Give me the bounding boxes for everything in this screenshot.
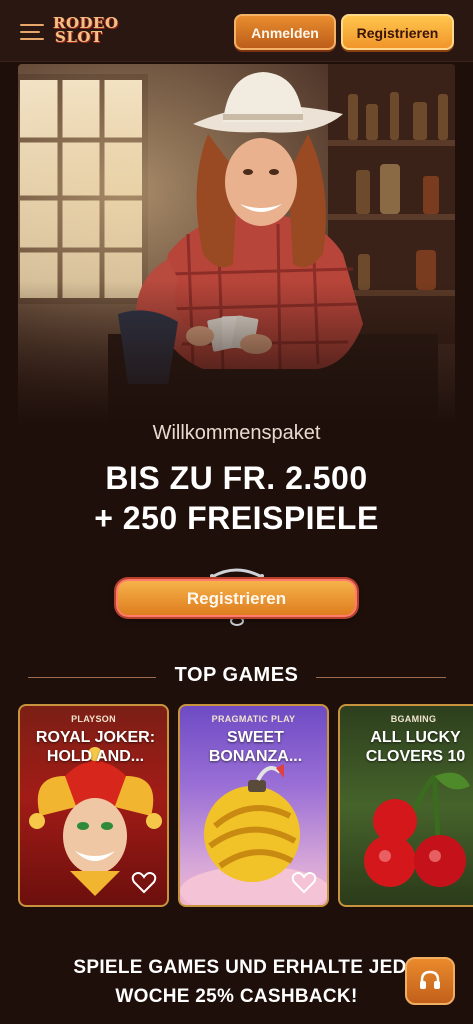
login-button[interactable]: Anmelden (234, 14, 336, 50)
hamburger-menu-icon[interactable] (20, 24, 44, 42)
game-title: ROYAL JOKER: HOLD AND... (35, 729, 156, 765)
favorite-heart-icon[interactable] (131, 871, 157, 895)
bonus-amount-headline: BIS ZU FR. 2.500 (105, 460, 368, 496)
game-card-all-lucky-clovers[interactable]: BGAMING ALL LUCKY CLOVERS 10 (338, 704, 473, 907)
support-chat-button[interactable] (405, 957, 455, 1005)
hero-cta-wrapper: Registrieren (116, 565, 357, 627)
cowgirl-illustration (18, 64, 455, 426)
rodeo-slot-logo[interactable]: RODEO SLOT (53, 14, 125, 48)
free-spins-headline: + 250 FREISPIELE (94, 500, 379, 536)
cashback-headline-line1: SPIELE GAMES UND ERHALTE JEDE (73, 957, 420, 978)
game-card-sweet-bonanza[interactable]: PRAGMATIC PLAY SWEET BONANZA... (178, 704, 329, 907)
game-provider: BGAMING (390, 714, 437, 724)
divider-right (316, 677, 446, 678)
top-header: RODEO SLOT Anmelden Registrieren (0, 0, 473, 62)
register-button-header[interactable]: Registrieren (341, 14, 454, 50)
game-provider: PLAYSON (71, 714, 116, 724)
headset-icon (420, 970, 440, 989)
game-title: SWEET BONANZA... (208, 729, 303, 765)
hero-banner-image (18, 64, 455, 426)
game-card-royal-joker[interactable]: PLAYSON ROYAL JOKER: HOLD AND... (18, 704, 169, 907)
register-cta-button[interactable]: Registrieren (116, 579, 357, 617)
cashback-headline-line2: WOCHE 25% CASHBACK! (115, 986, 358, 1007)
top-games-heading: TOP GAMES (174, 664, 299, 686)
game-title: ALL LUCKY CLOVERS 10 (365, 729, 466, 765)
top-games-carousel[interactable]: PLAYSON ROYAL JOKER: HOLD AND... PRAGMAT… (18, 704, 473, 908)
favorite-heart-icon[interactable] (291, 871, 317, 895)
logo-line-2: SLOT (55, 28, 103, 46)
game-provider: PRAGMATIC PLAY (211, 714, 296, 724)
welcome-package-label: Willkommenspaket (152, 422, 321, 444)
